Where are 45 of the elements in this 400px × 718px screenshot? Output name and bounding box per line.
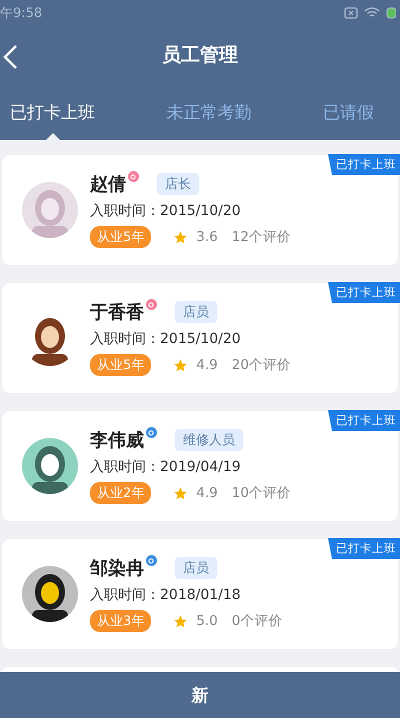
employee-name: 赵倩 [90, 173, 126, 196]
star-icon [173, 358, 188, 372]
role-tag: 店员 [175, 557, 217, 579]
employee-card[interactable]: 于香香 店员 入职时间：2015/10/20 从业5年 4.9 20个评价 已打卡上班 [2, 283, 398, 393]
status-time: 午9:58 [0, 5, 42, 22]
experience-tag: 从业5年 [90, 354, 152, 376]
bottom-bar-label[interactable]: 新 [192, 684, 208, 706]
review-count: 12个评价 [232, 228, 291, 246]
role-tag: 维修人员 [175, 429, 243, 451]
review-count: 0个评价 [232, 612, 282, 630]
role-tag: 店长 [157, 173, 199, 195]
employee-name: 于香香 [90, 301, 144, 324]
experience-tag: 从业5年 [90, 226, 152, 248]
review-count: 20个评价 [232, 356, 291, 374]
star-icon [173, 486, 188, 500]
hire-date: 入职时间：2018/01/18 [90, 586, 241, 604]
status-badge: 已打卡上班 [328, 538, 400, 559]
wifi-icon [364, 7, 380, 19]
notification-icon [344, 7, 358, 19]
battery-icon [386, 7, 396, 19]
tab[interactable]: 已打卡上班 [8, 84, 97, 140]
review-count: 10个评价 [232, 484, 291, 502]
employee-card[interactable]: 邹染冉 店员 入职时间：2018/01/18 从业3年 5.0 0个评价 已打卡上班 [2, 539, 398, 649]
rating-score: 4.9 [196, 357, 218, 373]
status-badge: 已打卡上班 [328, 282, 400, 303]
employee-card[interactable]: 赵倩 店长 入职时间：2015/10/20 从业5年 3.6 12个评价 已打卡上班 [2, 155, 398, 265]
role-tag: 店员 [175, 301, 217, 323]
experience-tag: 从业3年 [90, 610, 152, 632]
rating-score: 4.9 [196, 485, 218, 501]
employee-name: 邹染冉 [90, 557, 144, 580]
star-icon [173, 614, 188, 628]
hire-date: 入职时间：2015/10/20 [90, 330, 241, 348]
star-icon [173, 230, 188, 244]
hire-date: 入职时间：2019/04/19 [90, 458, 241, 476]
page-title: 员工管理 [162, 43, 238, 68]
status-badge: 已打卡上班 [328, 154, 400, 175]
rating-score: 3.6 [196, 229, 218, 245]
tab-indicator-icon [46, 133, 60, 140]
back-icon[interactable] [2, 44, 18, 70]
hire-date: 入职时间：2015/10/20 [90, 202, 241, 220]
status-badge: 已打卡上班 [328, 410, 400, 431]
rating-score: 5.0 [196, 613, 218, 629]
employee-card[interactable]: 李伟威 维修人员 入职时间：2019/04/19 从业2年 4.9 10个评价 已打卡上班 [2, 411, 398, 521]
experience-tag: 从业2年 [90, 482, 152, 504]
employee-name: 李伟威 [90, 429, 144, 452]
